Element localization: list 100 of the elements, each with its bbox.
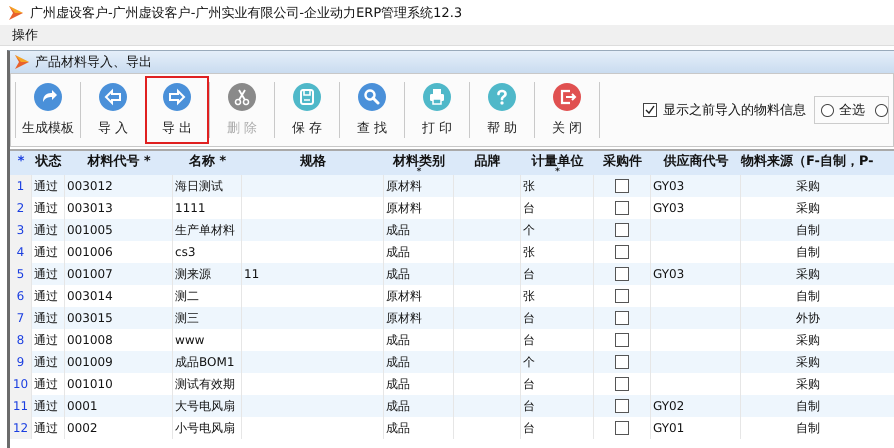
- table-cell: 台: [523, 332, 535, 348]
- table-cell: 采购: [796, 332, 820, 348]
- purchase-checkbox[interactable]: [615, 355, 629, 369]
- column-header: 供应商代号: [664, 155, 728, 168]
- required-mark: *: [555, 169, 560, 176]
- close-button[interactable]: 关 闭: [535, 76, 599, 144]
- table-cell: 11: [244, 267, 260, 281]
- table-cell: 0001: [67, 399, 98, 413]
- table-cell: 小号电风扇: [175, 420, 235, 436]
- export-button[interactable]: 导 出: [145, 76, 209, 144]
- radio-option[interactable]: [875, 104, 888, 116]
- purchase-checkbox[interactable]: [615, 289, 629, 303]
- table-cell: 003014: [67, 289, 113, 303]
- table-cell: 通过: [34, 288, 58, 304]
- table-cell: 采购: [796, 266, 820, 282]
- purchase-checkbox[interactable]: [615, 223, 629, 237]
- table-cell: www: [175, 333, 204, 347]
- row-number: 7: [16, 311, 24, 325]
- purchase-checkbox[interactable]: [615, 245, 629, 259]
- exit-icon: [553, 83, 581, 111]
- table-cell: 1111: [175, 201, 206, 215]
- purchase-checkbox[interactable]: [615, 179, 629, 193]
- table-cell: 个: [523, 354, 535, 370]
- menu-item[interactable]: 操作: [6, 26, 44, 44]
- table-cell: GY03: [653, 267, 684, 281]
- floppy-disk-icon: [293, 83, 321, 111]
- table-cell: 0002: [67, 421, 98, 435]
- checkmark-icon: [645, 105, 655, 115]
- table-cell: 采购: [796, 354, 820, 370]
- table-cell: 自制: [796, 398, 820, 414]
- table-cell: 采购: [796, 178, 820, 194]
- row-number: 6: [16, 289, 24, 303]
- table-cell: 成品: [386, 266, 410, 282]
- table-cell: 张: [523, 288, 535, 304]
- table-cell: 台: [523, 266, 535, 282]
- purchase-checkbox[interactable]: [615, 201, 629, 215]
- column-header: 计量单位: [532, 155, 584, 168]
- table-cell: 原材料: [386, 310, 422, 326]
- table-cell: 通过: [34, 178, 58, 194]
- table-cell: 通过: [34, 200, 58, 216]
- purchase-checkbox[interactable]: [615, 377, 629, 391]
- table-cell: 003013: [67, 201, 113, 215]
- table-cell: 自制: [796, 244, 820, 260]
- help-button[interactable]: 帮 助: [470, 76, 534, 144]
- logo-icon: [14, 54, 30, 70]
- table-cell: 测试有效期: [175, 376, 235, 392]
- table-cell: GY03: [653, 201, 684, 215]
- table-cell: 成品: [386, 244, 410, 260]
- table-cell: 通过: [34, 420, 58, 436]
- table-cell: 通过: [34, 354, 58, 370]
- find-button[interactable]: 查 找: [340, 76, 404, 144]
- purchase-checkbox[interactable]: [615, 421, 629, 435]
- search-icon: [358, 83, 386, 111]
- required-mark: *: [416, 169, 422, 176]
- subwindow-title: 产品材料导入、导出: [35, 54, 152, 71]
- column-header: *: [18, 155, 24, 168]
- scissors-icon: [228, 83, 256, 111]
- radio-option[interactable]: 全选: [821, 101, 865, 119]
- table-cell: GY03: [653, 179, 684, 193]
- purchase-checkbox[interactable]: [615, 399, 629, 413]
- table-cell: GY02: [653, 399, 684, 413]
- printer-icon: [423, 83, 451, 111]
- purchase-checkbox[interactable]: [615, 333, 629, 347]
- table-cell: 采购: [796, 200, 820, 216]
- table-cell: 通过: [34, 266, 58, 282]
- table-cell: 001007: [67, 267, 113, 281]
- table-cell: 成品BOM1: [175, 354, 234, 370]
- column-header: 名称 *: [188, 155, 226, 168]
- table-cell: cs3: [175, 245, 196, 259]
- row-number: 11: [12, 399, 28, 413]
- table-cell: GY01: [653, 421, 684, 435]
- row-number: 4: [16, 245, 24, 259]
- question-icon: [488, 83, 516, 111]
- template-button[interactable]: 生成模板: [16, 76, 80, 144]
- table-cell: 成品: [386, 332, 410, 348]
- print-button[interactable]: 打 印: [405, 76, 469, 144]
- table-cell: 测二: [175, 288, 199, 304]
- table-cell: 成品: [386, 222, 410, 238]
- table-cell: 001006: [67, 245, 113, 259]
- table-cell: 003015: [67, 311, 113, 325]
- save-button[interactable]: 保 存: [275, 76, 339, 144]
- table-cell: 台: [523, 310, 535, 326]
- column-header: 物料来源（F-自制，P-: [741, 155, 874, 168]
- import-button[interactable]: 导 入: [81, 76, 145, 144]
- table-cell: 001005: [67, 223, 113, 237]
- table-cell: 台: [523, 376, 535, 392]
- table-cell: 003012: [67, 179, 113, 193]
- table-cell: 台: [523, 200, 535, 216]
- table-cell: 成品: [386, 398, 410, 414]
- table-cell: 测三: [175, 310, 199, 326]
- table-cell: 原材料: [386, 200, 422, 216]
- purchase-checkbox[interactable]: [615, 267, 629, 281]
- table-cell: 通过: [34, 376, 58, 392]
- show-previous-checkbox[interactable]: 显示之前导入的物料信息: [643, 101, 806, 119]
- window-title: 广州虚设客户-广州虚设客户-广州实业有限公司-企业动力ERP管理系统12.3: [30, 4, 462, 22]
- column-header: 采购件: [603, 155, 642, 168]
- table-cell: 通过: [34, 332, 58, 348]
- table-cell: 自制: [796, 222, 820, 238]
- row-number: 8: [16, 333, 24, 347]
- purchase-checkbox[interactable]: [615, 311, 629, 325]
